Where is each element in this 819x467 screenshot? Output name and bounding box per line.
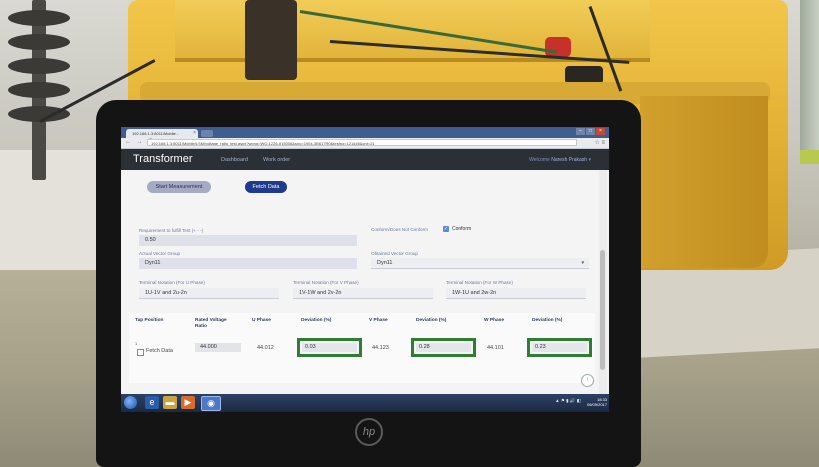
requirement-label: Requirement to fulfill Test (+ - -) xyxy=(139,228,204,233)
nav-link-dashboard[interactable]: Dashboard xyxy=(221,157,248,163)
actual-vector-label: Actual Vector Group xyxy=(139,251,181,256)
scrollbar-thumb[interactable] xyxy=(600,250,605,370)
browser-tab[interactable]: 192.168.1.3:8011/Mobile... × xyxy=(126,129,198,138)
fetch-data-checkbox[interactable] xyxy=(137,349,144,356)
tablet-screen: 192.168.1.3:8011/Mobile... × – □ × ← → C… xyxy=(121,127,609,412)
user-menu[interactable]: Welcome Naresh Prakash ▾ xyxy=(529,157,591,163)
header-w-phase: W Phase xyxy=(484,318,504,323)
start-button-icon[interactable] xyxy=(124,396,137,409)
w-deviation-field[interactable]: 0.23 xyxy=(532,343,587,352)
scroll-up-icon[interactable]: ↑ xyxy=(581,374,594,387)
new-tab-button[interactable] xyxy=(201,130,213,137)
tab-title: 192.168.1.3:8011/Mobile... xyxy=(132,131,180,136)
close-window-button[interactable]: × xyxy=(596,128,605,135)
actual-vector-field[interactable]: Dyn11 xyxy=(139,258,357,269)
tap-position-value: 1 xyxy=(135,341,138,346)
folder-icon[interactable]: ▬ xyxy=(163,396,177,409)
header-u-deviation: Deviation (%) xyxy=(301,318,332,323)
conform-label: Conform/Does Not Conform xyxy=(371,227,428,232)
clock-date: 06/05/2017 xyxy=(586,402,607,407)
case-side-panel xyxy=(640,96,768,268)
v-phase-value: 44.123 xyxy=(372,345,389,351)
taskbar-clock[interactable]: 18:33 06/05/2017 xyxy=(587,397,607,407)
app-navbar: Transformer Dashboard Work order Welcome… xyxy=(121,149,609,170)
user-welcome: Welcome xyxy=(529,157,550,163)
terminal-v-field[interactable]: 1V-1W and 2v-2n xyxy=(293,288,433,299)
fetch-data-label: Fetch Data xyxy=(146,348,173,354)
u-deviation-box: 0.03 xyxy=(297,338,362,357)
ratio-test-table: Tap Position Rated Voltage Ratio U Phase… xyxy=(129,313,595,383)
chevron-down-icon: ▾ xyxy=(581,260,584,266)
requirement-field[interactable]: 0.50 xyxy=(139,235,357,246)
header-w-deviation: Deviation (%) xyxy=(532,318,563,323)
metal-pole xyxy=(800,0,819,160)
header-v-phase: V Phase xyxy=(369,318,388,323)
terminal-w-field[interactable]: 1W-1U and 2w-2n xyxy=(446,288,586,299)
w-phase-value: 44.101 xyxy=(487,345,504,351)
terminal-u-field[interactable]: 1U-1V and 2u-2n xyxy=(139,288,279,299)
rated-voltage-field[interactable]: 44.000 xyxy=(195,343,241,352)
nav-link-work-order[interactable]: Work order xyxy=(263,157,290,163)
terminal-v-label: Terminal Notation (For V Phase) xyxy=(293,280,359,285)
obtained-vector-value: Dyn11 xyxy=(377,260,393,266)
media-player-icon[interactable]: ▶ xyxy=(181,396,195,409)
minimize-button[interactable]: – xyxy=(576,128,585,135)
url-input[interactable]: 192.168.1.3:8011/Mobile/LSM/voltage_rati… xyxy=(147,139,577,146)
ie-icon[interactable]: e xyxy=(145,396,159,409)
conform-text: Conform xyxy=(452,226,472,232)
browser-address-bar: ← → C 192.168.1.3:8011/Mobile/LSM/voltag… xyxy=(121,138,609,149)
chrome-icon[interactable]: ◉ xyxy=(201,396,221,411)
v-deviation-field[interactable]: 0.28 xyxy=(416,343,471,352)
page-scrollbar[interactable] xyxy=(599,170,607,394)
v-deviation-box: 0.28 xyxy=(411,338,476,357)
w-deviation-box: 0.23 xyxy=(527,338,592,357)
start-measurement-button[interactable]: Start Measurement xyxy=(147,181,211,193)
browser-menu-icons[interactable]: ☆ ≡ xyxy=(594,139,605,146)
header-tap-position: Tap Position xyxy=(135,318,164,323)
conform-checkbox[interactable]: ✓ xyxy=(443,226,449,232)
terminal-u-label: Terminal Notation (For U Phase) xyxy=(139,280,205,285)
case-connector-block xyxy=(245,0,297,80)
u-deviation-field[interactable]: 0.03 xyxy=(302,343,357,352)
window-controls: – □ × xyxy=(576,128,605,136)
u-phase-value: 44.012 xyxy=(257,345,274,351)
system-tray-icons[interactable]: ▲ ⚑ ▮ 🔊 ◧ xyxy=(555,398,581,404)
obtained-vector-select[interactable]: Dyn11 ▾ xyxy=(371,258,589,269)
terminal-w-label: Terminal Notation (For W Phase) xyxy=(446,280,513,285)
transformer-insulator xyxy=(8,0,70,180)
tab-close-icon[interactable]: × xyxy=(193,129,196,138)
browser-tab-bar: 192.168.1.3:8011/Mobile... × – □ × xyxy=(121,127,609,138)
fetch-data-button[interactable]: Fetch Data xyxy=(245,181,287,193)
windows-taskbar: e ▬ ▶ ◉ ▲ ⚑ ▮ 🔊 ◧ 18:33 06/05/2017 xyxy=(121,394,609,412)
case-red-knob xyxy=(545,37,571,57)
pole-band xyxy=(800,150,819,164)
header-u-phase: U Phase xyxy=(252,318,271,323)
obtained-vector-label: Obtained Vector Group xyxy=(371,251,418,256)
app-brand[interactable]: Transformer xyxy=(133,153,193,165)
user-name: Naresh Prakash xyxy=(551,157,588,163)
hp-logo: hp xyxy=(355,418,383,446)
header-rated-voltage: Rated Voltage Ratio xyxy=(195,318,227,329)
header-v-deviation: Deviation (%) xyxy=(416,318,447,323)
maximize-button[interactable]: □ xyxy=(586,128,595,135)
